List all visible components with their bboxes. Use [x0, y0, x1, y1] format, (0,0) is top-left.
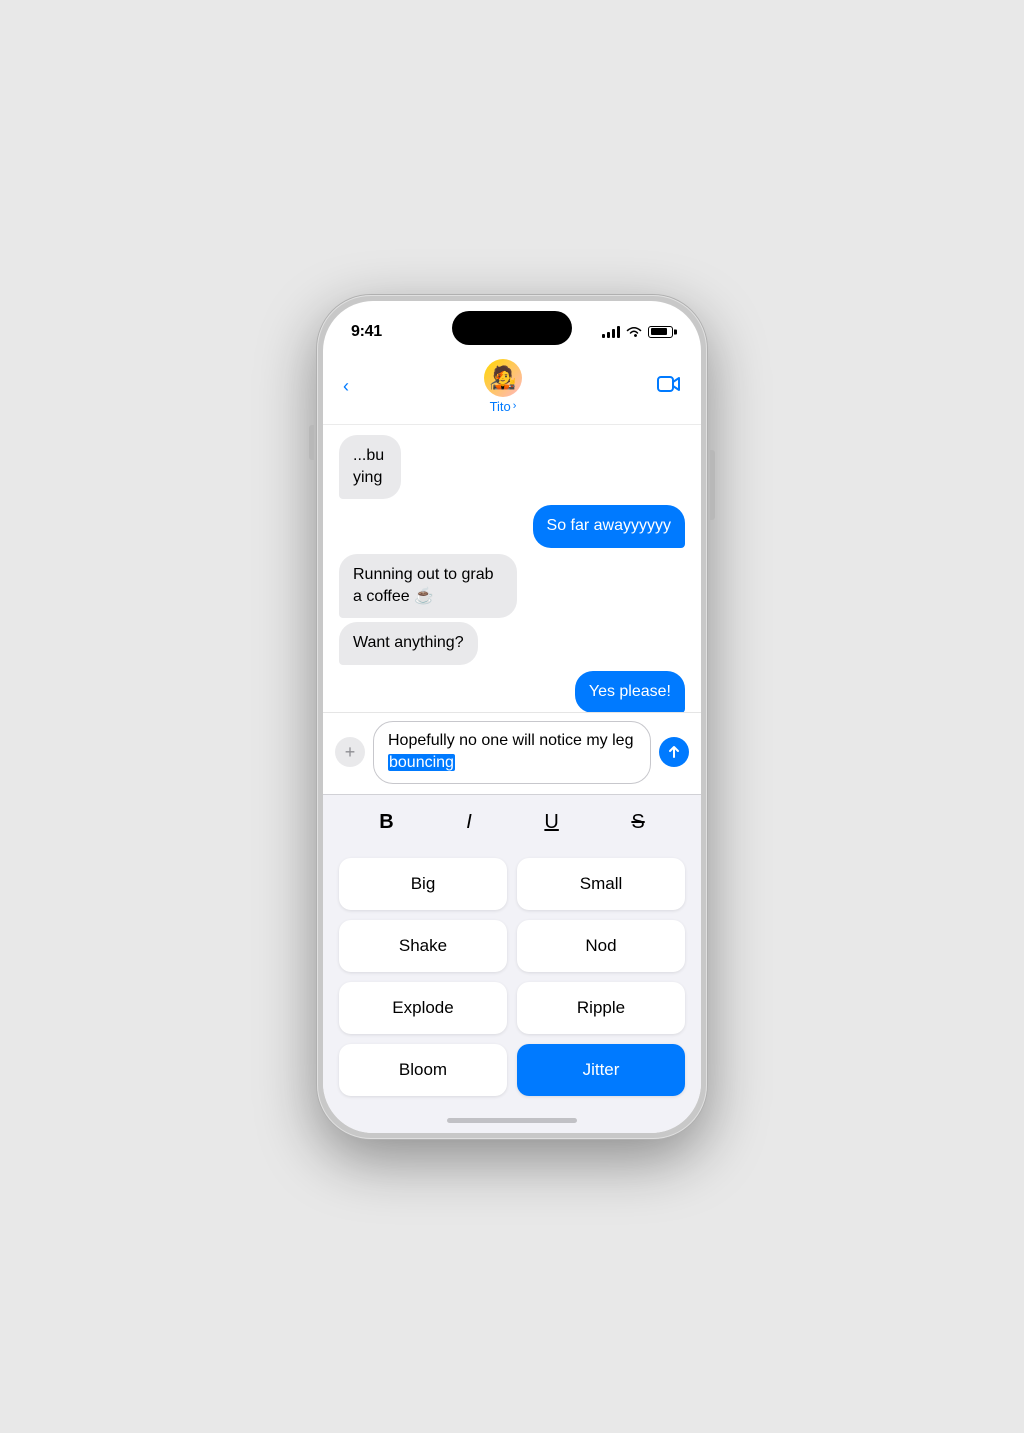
home-bar	[447, 1118, 577, 1123]
status-icons	[602, 326, 673, 338]
status-time: 9:41	[351, 323, 382, 341]
effect-shake[interactable]: Shake	[339, 920, 507, 972]
format-toolbar: B I U S	[323, 794, 701, 850]
effects-grid: Big Small Shake Nod Explode Ripple Bloom…	[323, 850, 701, 1112]
avatar: 🧑‍🎤	[484, 359, 522, 397]
message-item: Want anything?	[339, 622, 478, 664]
input-area: + Hopefully no one will notice my leg bo…	[323, 712, 701, 794]
strikethrough-button[interactable]: S	[619, 807, 656, 838]
effect-small[interactable]: Small	[517, 858, 685, 910]
phone-frame: 9:41 ‹	[317, 295, 707, 1139]
underline-button[interactable]: U	[532, 807, 570, 838]
signal-icon	[602, 326, 620, 338]
message-item: Yes please!	[575, 671, 685, 712]
effect-jitter[interactable]: Jitter	[517, 1044, 685, 1096]
message-input[interactable]: Hopefully no one will notice my leg boun…	[373, 721, 651, 784]
battery-icon	[648, 326, 673, 338]
home-indicator	[323, 1112, 701, 1133]
effect-big[interactable]: Big	[339, 858, 507, 910]
selected-text: bouncing	[388, 754, 455, 771]
message-item: So far awayyyyyy	[533, 505, 685, 547]
phone-screen: 9:41 ‹	[323, 301, 701, 1133]
back-button[interactable]: ‹	[343, 376, 349, 397]
chevron-right-icon: ›	[513, 400, 517, 412]
dynamic-island	[452, 311, 572, 345]
message-item: Running out to grab a coffee ☕	[339, 554, 517, 619]
effect-explode[interactable]: Explode	[339, 982, 507, 1034]
bold-button[interactable]: B	[367, 807, 405, 838]
input-text: Hopefully no one will notice my leg boun…	[388, 730, 636, 775]
italic-button[interactable]: I	[454, 807, 484, 838]
messages-area: ...buying So far awayyyyyy Running out t…	[323, 425, 701, 712]
wifi-icon	[626, 326, 642, 338]
nav-header: ‹ 🧑‍🎤 Tito ›	[323, 351, 701, 425]
contact-info[interactable]: 🧑‍🎤 Tito ›	[484, 359, 522, 414]
effect-nod[interactable]: Nod	[517, 920, 685, 972]
msg-partial: ...buying	[339, 435, 401, 500]
effect-bloom[interactable]: Bloom	[339, 1044, 507, 1096]
status-bar: 9:41	[323, 301, 701, 351]
send-button[interactable]	[659, 737, 689, 767]
contact-name: Tito ›	[490, 399, 517, 414]
video-call-button[interactable]	[657, 373, 681, 399]
add-button[interactable]: +	[335, 737, 365, 767]
effect-ripple[interactable]: Ripple	[517, 982, 685, 1034]
